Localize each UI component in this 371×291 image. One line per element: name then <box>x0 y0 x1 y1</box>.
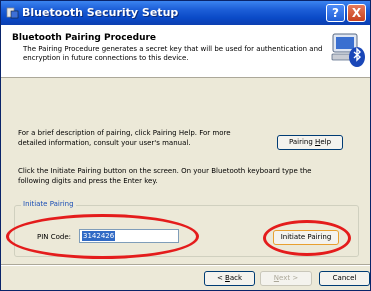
header-title: Bluetooth Pairing Procedure <box>12 33 157 43</box>
header-description: The Pairing Procedure generates a secret… <box>23 45 323 62</box>
pairing-help-text: For a brief description of pairing, clic… <box>18 129 231 147</box>
initiate-instructions-text: Click the Initiate Pairing button on the… <box>18 167 312 185</box>
help-button[interactable]: ? <box>326 4 345 22</box>
back-label-rest: ack <box>229 274 243 282</box>
pairing-help-button[interactable]: Pairing Help <box>277 135 343 150</box>
initiate-button-highlight-ellipse <box>263 220 351 256</box>
title-bar[interactable]: Bluetooth Security Setup ? X <box>1 1 370 25</box>
footer-divider <box>1 264 370 266</box>
cancel-button[interactable]: Cancel <box>319 271 370 286</box>
back-label-prefix: < <box>216 274 226 282</box>
pairing-help-label-rest: elp <box>320 138 332 146</box>
initiate-pairing-group-label: Initiate Pairing <box>21 199 76 209</box>
wizard-header: Bluetooth Pairing Procedure The Pairing … <box>1 25 370 78</box>
pairing-help-label: Pairing <box>288 138 316 146</box>
next-button[interactable]: Next > <box>260 271 312 286</box>
bluetooth-device-icon <box>6 7 19 19</box>
bluetooth-security-setup-window: Bluetooth Security Setup ? X Bluetooth P… <box>0 0 371 291</box>
back-button[interactable]: < Back <box>204 271 255 286</box>
bluetooth-computer-icon <box>331 33 365 67</box>
next-label-rest: ext > <box>279 274 299 282</box>
pin-code-highlight-ellipse <box>6 214 199 259</box>
close-button[interactable]: X <box>347 4 366 22</box>
window-title: Bluetooth Security Setup <box>22 6 179 19</box>
